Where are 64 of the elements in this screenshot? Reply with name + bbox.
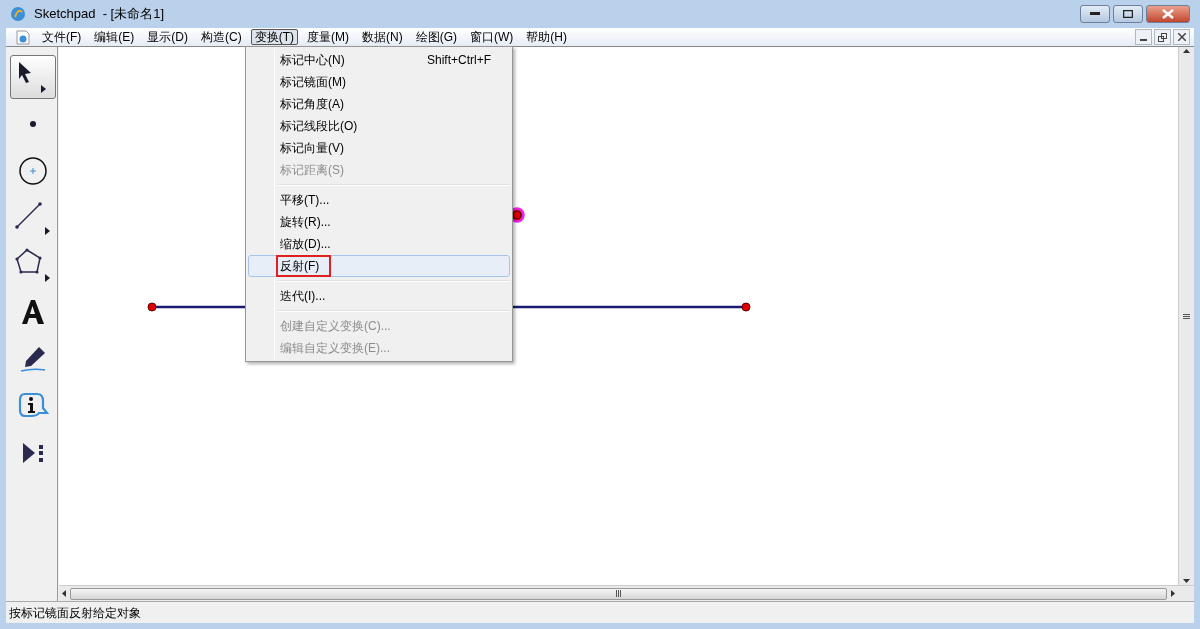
scroll-down-icon xyxy=(1183,579,1190,583)
menu-item[interactable]: 显示(D) xyxy=(143,29,192,45)
menu-label: 旋转(R)... xyxy=(280,214,331,231)
menu-item[interactable]: 窗口(W) xyxy=(466,29,518,45)
shortcut-text: Shift+Ctrl+F xyxy=(426,52,491,69)
status-text: 按标记镜面反射给定对象 xyxy=(9,604,141,622)
arrow-pointer-icon xyxy=(18,61,47,93)
menu-item[interactable]: 编辑(E) xyxy=(90,29,139,45)
menu-item[interactable]: 绘图(G) xyxy=(411,29,461,45)
menu-label: 标记线段比(O) xyxy=(280,118,358,135)
menu-item[interactable]: 构造(C) xyxy=(197,29,246,45)
point-icon xyxy=(28,120,37,128)
restore-icon xyxy=(1158,32,1167,42)
circle-icon xyxy=(17,156,48,186)
line-segment-icon xyxy=(14,201,51,235)
menu-label: 迭代(I)... xyxy=(280,288,326,305)
grip-icon xyxy=(1183,313,1190,319)
menu-option[interactable]: 平移(T)... xyxy=(248,189,510,211)
tool-button[interactable] xyxy=(9,55,56,99)
mdi-close-button[interactable] xyxy=(1173,29,1190,45)
menu-option[interactable]: 标记镜面(M) xyxy=(248,71,510,93)
scroll-left-icon xyxy=(62,590,66,597)
document-icon xyxy=(16,29,30,45)
mdi-minimize-button[interactable] xyxy=(1135,29,1152,45)
menu-item[interactable]: 数据(N) xyxy=(358,29,407,45)
menu-option[interactable]: 标记向量(V) xyxy=(248,137,510,159)
menu-option[interactable]: 迭代(I)... xyxy=(248,285,510,307)
grip-icon xyxy=(616,590,621,597)
close-button[interactable] xyxy=(1146,5,1190,23)
window-title: Sketchpad - [未命名1] xyxy=(34,5,165,24)
menu-item[interactable]: 帮助(H) xyxy=(522,29,571,45)
mdi-restore-button[interactable] xyxy=(1154,29,1171,45)
menu-option[interactable]: 标记线段比(O) xyxy=(248,115,510,137)
menu-item[interactable]: 变换(T) xyxy=(250,29,298,45)
close-icon xyxy=(1177,33,1186,41)
menu-option[interactable]: 标记角度(A) xyxy=(248,93,510,115)
app-logo-icon xyxy=(10,6,26,22)
menu-label: 创建自定义变换(C)... xyxy=(280,318,391,335)
menu-label: 标记中心(N) xyxy=(280,52,345,69)
horizontal-scrollbar[interactable] xyxy=(59,586,1178,601)
scroll-up-icon xyxy=(1183,49,1190,53)
menu-label: 标记距离(S) xyxy=(280,162,344,179)
pentagon-icon xyxy=(14,248,51,282)
menu-option[interactable]: 标记中心(N) Shift+Ctrl+F xyxy=(248,49,510,71)
menu-item[interactable]: 文件(F) xyxy=(38,29,86,45)
scrollbar-thumb[interactable] xyxy=(70,587,1167,600)
minimize-icon xyxy=(1090,12,1100,16)
menu-option[interactable]: 旋转(R)... xyxy=(248,211,510,233)
menu-label: 平移(T)... xyxy=(280,192,330,209)
menu-label: 编辑自定义变换(E)... xyxy=(280,340,390,357)
menu-label: 标记角度(A) xyxy=(280,96,344,113)
maximize-icon xyxy=(1123,10,1133,18)
menu-option[interactable]: 缩放(D)... xyxy=(248,233,510,255)
vertical-scrollbar[interactable] xyxy=(1178,47,1194,585)
scroll-right-icon xyxy=(1171,590,1175,597)
menu-item[interactable]: 度量(M) xyxy=(303,29,353,45)
menu-label: 缩放(D)... xyxy=(280,236,331,253)
menu-label: 标记向量(V) xyxy=(280,140,344,157)
menu-label: 标记镜面(M) xyxy=(280,74,346,91)
menu-label: 反射(F) xyxy=(278,257,330,275)
menu-option[interactable]: 反射(F) xyxy=(248,255,510,277)
maximize-button[interactable] xyxy=(1113,5,1143,23)
minimize-button[interactable] xyxy=(1080,5,1110,23)
close-icon xyxy=(1162,9,1174,19)
